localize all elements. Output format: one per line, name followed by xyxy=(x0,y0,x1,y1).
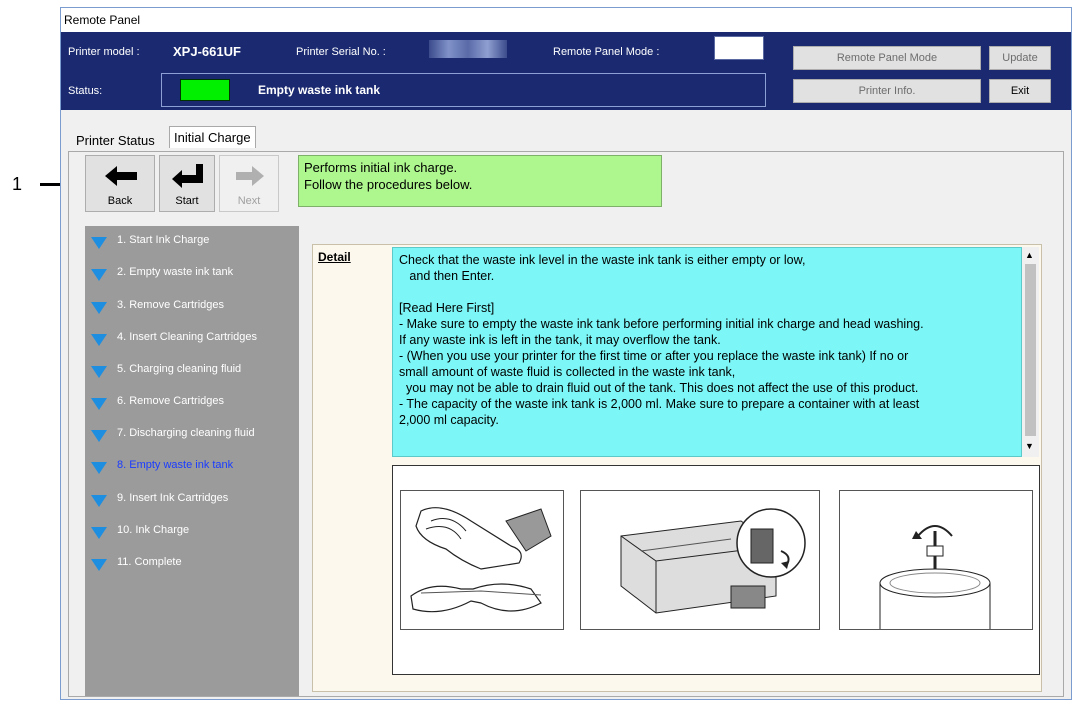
window-title: Remote Panel xyxy=(61,8,1071,32)
drain-container-illustration xyxy=(839,490,1033,630)
start-button[interactable]: Start xyxy=(159,155,215,212)
triangle-down-icon xyxy=(91,559,107,571)
triangle-down-icon xyxy=(91,398,107,410)
remote-mode-label: Remote Panel Mode : xyxy=(553,46,660,58)
update-button[interactable]: Update xyxy=(989,46,1051,70)
step-item: 2. Empty waste ink tank xyxy=(85,264,295,284)
status-text: Empty waste ink tank xyxy=(258,83,381,97)
triangle-down-icon xyxy=(91,430,107,442)
step-item: 4. Insert Cleaning Cartridges xyxy=(85,329,295,349)
remote-panel-window: Remote Panel Printer model : XPJ-661UF P… xyxy=(60,7,1072,700)
detail-label: Detail xyxy=(318,250,351,264)
info-line-2: Follow the procedures below. xyxy=(304,177,473,192)
arrow-left-icon xyxy=(105,166,137,186)
detail-scrollbar[interactable]: ▲ ▼ xyxy=(1022,247,1039,457)
info-line-1: Performs initial ink charge. xyxy=(304,160,458,175)
serial-label: Printer Serial No. : xyxy=(296,46,386,58)
tab-printer-status[interactable]: Printer Status xyxy=(71,129,160,151)
triangle-down-icon xyxy=(91,269,107,281)
step-item-active: 8. Empty waste ink tank xyxy=(85,457,295,477)
gloves-goggles-icon xyxy=(410,507,552,613)
next-label: Next xyxy=(237,195,261,207)
gloves-goggles-illustration xyxy=(400,490,564,630)
step-item: 7. Discharging cleaning fluid xyxy=(85,425,295,445)
triangle-down-icon xyxy=(91,334,107,346)
serial-value-redacted xyxy=(429,40,507,58)
printer-model-value: XPJ-661UF xyxy=(173,44,241,59)
start-label: Start xyxy=(175,195,199,207)
printer-tank-illustration xyxy=(580,490,820,630)
step-item: 11. Complete xyxy=(85,554,295,574)
triangle-down-icon xyxy=(91,237,107,249)
info-message: Performs initial ink charge. Follow the … xyxy=(298,155,662,207)
illustration-frame xyxy=(392,465,1040,675)
tab-bar: Printer Status Initial Charge xyxy=(61,125,1071,151)
triangle-down-icon xyxy=(91,527,107,539)
detail-area: Detail Check that the waste ink level in… xyxy=(312,244,1042,692)
triangle-down-icon xyxy=(91,495,107,507)
remote-panel-mode-button[interactable]: Remote Panel Mode xyxy=(793,46,981,70)
step-item: 5. Charging cleaning fluid xyxy=(85,361,295,381)
back-button[interactable]: Back xyxy=(85,155,155,212)
step-item: 3. Remove Cartridges xyxy=(85,297,295,317)
triangle-down-icon xyxy=(91,462,107,474)
container-icon xyxy=(879,525,991,629)
callout-number: 1 xyxy=(12,174,23,194)
arrow-right-icon xyxy=(236,166,264,186)
step-item: 6. Remove Cartridges xyxy=(85,393,295,413)
step-item: 10. Ink Charge xyxy=(85,522,295,542)
back-label: Back xyxy=(107,195,133,207)
tab-initial-charge[interactable]: Initial Charge xyxy=(169,126,256,148)
detail-text: Check that the waste ink level in the wa… xyxy=(392,247,1022,457)
status-indicator xyxy=(180,79,230,101)
status-frame: Empty waste ink tank xyxy=(161,73,766,107)
header-panel: Printer model : XPJ-661UF Printer Serial… xyxy=(61,32,1071,110)
remote-mode-field xyxy=(714,36,764,60)
scroll-up-icon[interactable]: ▲ xyxy=(1025,250,1034,260)
next-button[interactable]: Next xyxy=(219,155,279,212)
initial-charge-panel: Back Start Next Performs initial ink cha… xyxy=(68,151,1064,697)
enter-icon xyxy=(172,164,203,188)
scroll-thumb[interactable] xyxy=(1025,264,1036,436)
status-label: Status: xyxy=(68,85,103,97)
step-list: 1. Start Ink Charge 2. Empty waste ink t… xyxy=(85,226,299,696)
printer-info-button[interactable]: Printer Info. xyxy=(793,79,981,103)
printer-icon xyxy=(620,508,806,614)
triangle-down-icon xyxy=(91,366,107,378)
triangle-down-icon xyxy=(91,302,107,314)
printer-model-label: Printer model : xyxy=(68,46,140,58)
step-item: 9. Insert Ink Cartridges xyxy=(85,490,295,510)
scroll-down-icon[interactable]: ▼ xyxy=(1025,441,1034,451)
exit-button[interactable]: Exit xyxy=(989,79,1051,103)
step-item: 1. Start Ink Charge xyxy=(85,232,295,252)
